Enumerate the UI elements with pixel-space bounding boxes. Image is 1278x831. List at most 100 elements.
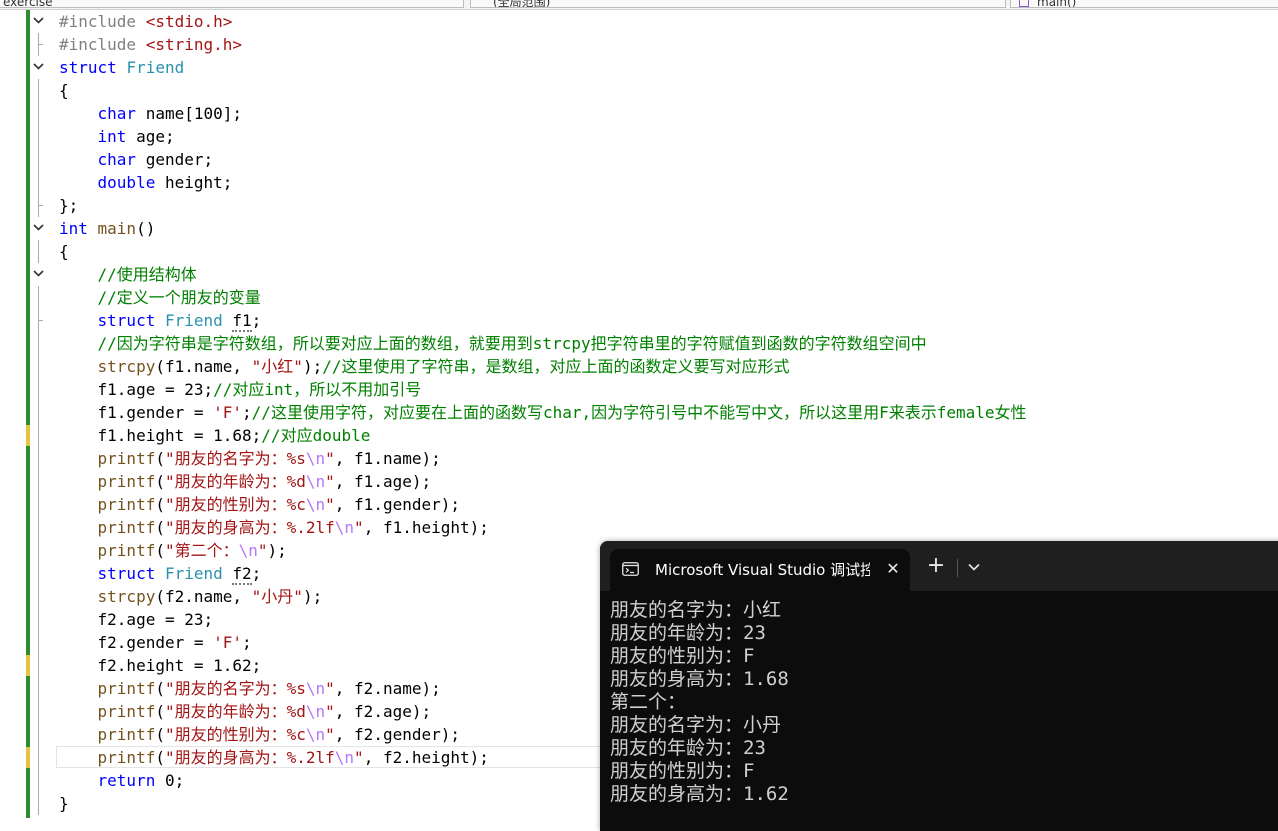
code-token: (	[155, 518, 165, 537]
code-token: "朋友的性别为：%c	[164, 725, 306, 744]
plus-icon[interactable]: +	[924, 555, 948, 579]
code-line[interactable]: int main()	[0, 217, 1278, 240]
code-token: , f1.gender);	[334, 495, 461, 514]
code-token: //对应int，所以不用加引号	[213, 380, 422, 399]
method-icon	[1019, 0, 1029, 7]
code-token: \n	[334, 748, 355, 767]
code-token: #include	[59, 12, 146, 31]
code-line[interactable]: printf("朋友的性别为：%c\n", f1.gender);	[0, 493, 1278, 516]
console-output-line: 朋友的性别为：F	[610, 760, 755, 782]
outline-guide	[38, 447, 39, 470]
code-line[interactable]: //因为字符串是字符数组，所以要对应上面的数组，就要用到strcpy把字符串里的…	[0, 332, 1278, 355]
code-token: <stdio.h>	[145, 12, 233, 31]
code-text: f2.gender = 'F';	[59, 631, 252, 654]
code-token: char	[97, 150, 146, 169]
code-token: Friend	[164, 311, 233, 330]
code-line[interactable]: //使用结构体	[0, 263, 1278, 286]
code-token: age;	[136, 127, 175, 146]
code-token: //因为字符串是字符数组，所以要对应上面的数组，就要用到strcpy把字符串里的…	[97, 334, 927, 353]
code-text: printf("朋友的性别为：%c\n", f1.gender);	[59, 493, 460, 516]
tab-divider	[957, 559, 958, 577]
code-token: "朋友的名字为：%s	[164, 449, 306, 468]
code-text: //定义一个朋友的变量	[59, 286, 261, 309]
outline-guide	[38, 723, 39, 746]
code-token: {	[59, 242, 69, 261]
code-token: (	[155, 725, 165, 744]
code-token: "朋友的年龄为：%d	[164, 472, 306, 491]
code-token: "	[257, 541, 268, 560]
code-token: , f2.age);	[334, 702, 432, 721]
code-line[interactable]: };	[0, 194, 1278, 217]
outline-guide	[38, 240, 39, 263]
code-token: "第二个：	[164, 541, 239, 560]
console-icon	[622, 562, 639, 576]
member-dropdown[interactable]: main()	[1010, 0, 1278, 8]
outline-guide	[38, 378, 39, 401]
code-line[interactable]: {	[0, 79, 1278, 102]
code-token: ;	[251, 311, 262, 330]
console-tab[interactable]: Microsoft Visual Studio 调试控制台 ✕	[610, 549, 910, 591]
code-line[interactable]: #include <string.h>	[0, 33, 1278, 56]
code-token: struct	[97, 311, 165, 330]
console-output: 朋友的名字为：小红 朋友的年龄为：23 朋友的性别为：F 朋友的身高为：1.68 第二个…	[610, 599, 789, 806]
code-line[interactable]: struct Friend	[0, 56, 1278, 79]
code-token: \n	[305, 472, 326, 491]
console-output-line: 朋友的年龄为：23	[610, 737, 766, 759]
code-line[interactable]: f1.age = 23;//对应int，所以不用加引号	[0, 378, 1278, 401]
project-dropdown[interactable]: exercise	[0, 0, 464, 8]
code-line[interactable]: struct Friend f1;	[0, 309, 1278, 332]
code-line[interactable]: strcpy(f1.name, "小红");//这里使用了字符串，是数组，对应上…	[0, 355, 1278, 378]
code-token: "	[325, 495, 335, 514]
outline-guide	[38, 516, 39, 539]
code-line[interactable]: char name[100];	[0, 102, 1278, 125]
console-output-line: 朋友的名字为：小丹	[610, 714, 782, 736]
fold-chevron-icon[interactable]	[31, 13, 46, 28]
code-text: int main()	[59, 217, 155, 240]
outline-guide	[38, 401, 39, 424]
code-token: (f2.name,	[155, 587, 252, 606]
fold-chevron-icon[interactable]	[31, 59, 46, 74]
code-token: };	[59, 196, 79, 215]
chevron-down-icon[interactable]	[964, 555, 984, 579]
debug-console-window: Microsoft Visual Studio 调试控制台 ✕ + 朋友的名字为…	[600, 541, 1278, 831]
code-line[interactable]: f1.height = 1.68;//对应double	[0, 424, 1278, 447]
code-token: //定义一个朋友的变量	[97, 288, 261, 307]
code-line[interactable]: printf("朋友的年龄为：%d\n", f1.age);	[0, 470, 1278, 493]
fold-chevron-icon[interactable]	[31, 220, 46, 235]
code-line[interactable]: //定义一个朋友的变量	[0, 286, 1278, 309]
code-text: return 0;	[59, 769, 185, 792]
code-line[interactable]: {	[0, 240, 1278, 263]
code-token: Friend	[164, 564, 233, 583]
code-line[interactable]: #include <stdio.h>	[0, 10, 1278, 33]
code-line[interactable]: printf("朋友的身高为：%.2lf\n", f1.height);	[0, 516, 1278, 539]
outline-guide	[38, 654, 39, 677]
code-token: struct	[97, 564, 165, 583]
code-line[interactable]: printf("朋友的名字为：%s\n", f1.name);	[0, 447, 1278, 470]
code-token: printf	[97, 725, 156, 744]
code-text: //因为字符串是字符数组，所以要对应上面的数组，就要用到strcpy把字符串里的…	[59, 332, 927, 355]
code-line[interactable]: double height;	[0, 171, 1278, 194]
code-line[interactable]: int age;	[0, 125, 1278, 148]
code-text: printf("第二个：\n");	[59, 539, 287, 562]
code-token: struct	[59, 58, 127, 77]
code-token: (	[155, 702, 165, 721]
close-icon[interactable]: ✕	[882, 558, 904, 580]
code-token: "朋友的性别为：%c	[164, 495, 306, 514]
outline-guide	[38, 585, 39, 608]
outline-guide	[38, 792, 39, 815]
code-line[interactable]: char gender;	[0, 148, 1278, 171]
scope-dropdown[interactable]: (全局范围)	[470, 0, 1006, 8]
code-token: "小红"	[251, 357, 303, 376]
code-token: printf	[97, 748, 156, 767]
code-token: printf	[97, 679, 156, 698]
code-line[interactable]: f1.gender = 'F';//这里使用字符，对应要在上面的函数写char,…	[0, 401, 1278, 424]
console-output-line: 朋友的身高为：1.62	[610, 783, 789, 805]
outline-guide	[38, 355, 39, 378]
fold-chevron-icon[interactable]	[31, 266, 46, 281]
